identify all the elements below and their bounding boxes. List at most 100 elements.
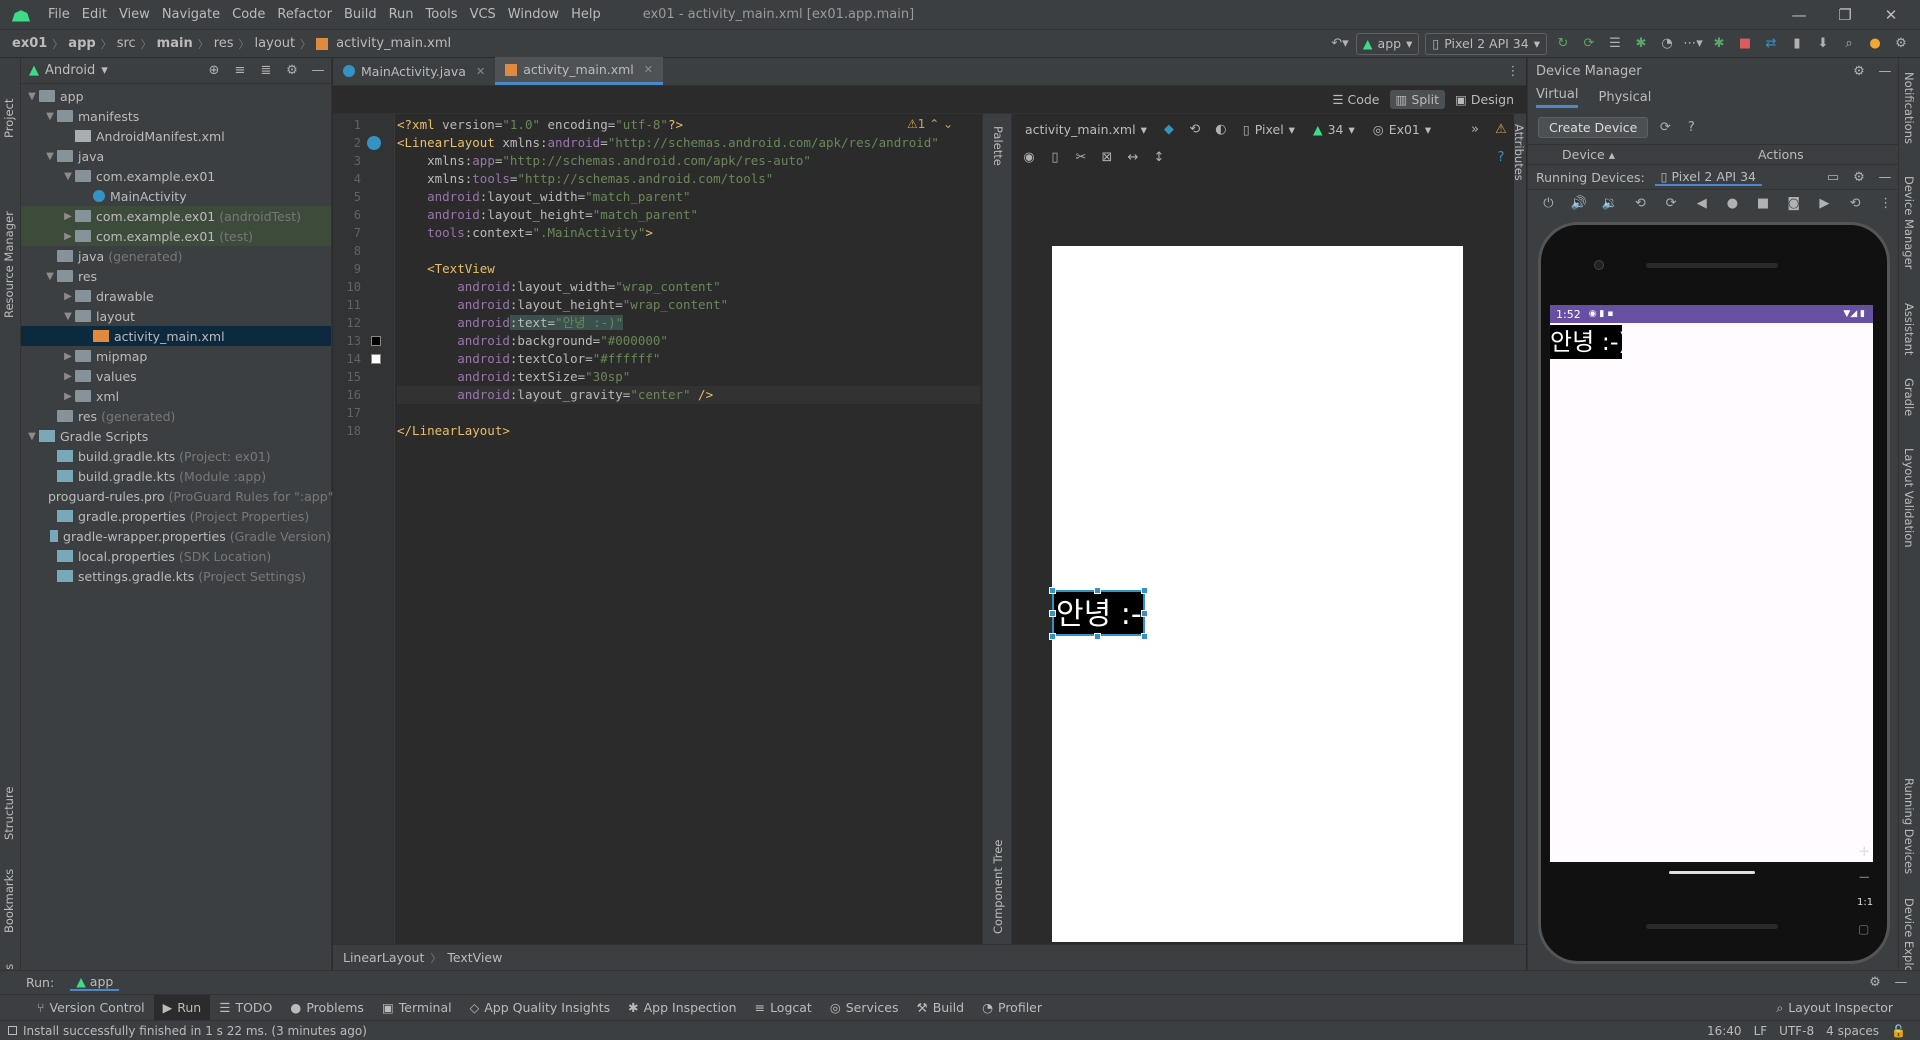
crumb-layout[interactable]: layout bbox=[251, 36, 300, 51]
zoom-out-icon[interactable]: − bbox=[1858, 868, 1871, 886]
layout-validation-tool-button[interactable]: Layout Validation bbox=[1902, 448, 1916, 548]
chevron-right-icon[interactable]: ▶ bbox=[61, 211, 75, 222]
layout-inspector-tool[interactable]: ⌕ Layout Inspector bbox=[1767, 995, 1902, 1021]
create-device-button[interactable]: Create Device bbox=[1538, 116, 1649, 138]
stop-icon[interactable]: ■ bbox=[1734, 33, 1756, 55]
resize-handle[interactable] bbox=[1049, 633, 1056, 640]
help-icon[interactable]: ? bbox=[1680, 116, 1702, 138]
collapse-all-icon[interactable]: ≣ bbox=[255, 60, 277, 82]
camera-icon[interactable]: ◙ bbox=[1783, 192, 1804, 214]
code-line[interactable]: android:textSize="30sp" bbox=[397, 368, 630, 386]
home-icon[interactable]: ● bbox=[1722, 192, 1743, 214]
code-line[interactable]: android:layout_width="match_parent" bbox=[397, 188, 690, 206]
attributes-tool-button[interactable]: Attributes bbox=[1512, 124, 1526, 181]
resource-manager-tool-button[interactable]: Resource Manager bbox=[2, 198, 16, 318]
gear-icon[interactable]: ⚙ bbox=[1848, 166, 1870, 188]
structure-tool-button[interactable]: Structure bbox=[2, 770, 16, 841]
blueprint-icon[interactable]: ▯ bbox=[1044, 146, 1066, 168]
file-encoding[interactable]: UTF-8 bbox=[1779, 1024, 1814, 1038]
tab-virtual[interactable]: Virtual bbox=[1536, 87, 1579, 108]
back-icon[interactable]: ◀ bbox=[1691, 192, 1712, 214]
gear-icon[interactable]: ⚙ bbox=[1864, 972, 1886, 994]
services-tool[interactable]: ◎ Services bbox=[821, 995, 908, 1021]
orientation-icon[interactable]: ⟲ bbox=[1184, 118, 1206, 140]
code-line[interactable]: xmlns:tools="http://schemas.android.com/… bbox=[397, 170, 773, 188]
code-line[interactable]: </LinearLayout> bbox=[397, 422, 510, 440]
more-icon[interactable]: ⋮ bbox=[1875, 192, 1896, 214]
file-select[interactable]: activity_main.xml ▾ bbox=[1019, 118, 1153, 140]
restore-icon[interactable]: ❐ bbox=[1822, 0, 1868, 30]
device-preview-select[interactable]: ▯ Pixel ▾ bbox=[1237, 118, 1301, 140]
chevron-right-icon[interactable]: ▶ bbox=[61, 391, 75, 402]
tree-item[interactable]: java (generated) bbox=[21, 246, 331, 266]
version-control-tool[interactable]: ⑂ Version Control bbox=[28, 995, 154, 1021]
chevron-down-icon[interactable]: ▼ bbox=[43, 111, 57, 122]
zoom-fit-icon[interactable]: ▢ bbox=[1858, 922, 1869, 936]
logcat-tool[interactable]: ≡ Logcat bbox=[746, 995, 821, 1021]
split-mode-button[interactable]: ▥ Split bbox=[1389, 90, 1446, 109]
problems-tool[interactable]: ● Problems bbox=[281, 995, 373, 1021]
tree-item[interactable]: gradle.properties (Project Properties) bbox=[21, 506, 331, 526]
resize-handle[interactable] bbox=[1094, 633, 1101, 640]
sdk-manager-icon[interactable]: ⬇ bbox=[1812, 33, 1834, 55]
project-tool-button[interactable]: Project bbox=[2, 68, 16, 138]
crumb-src[interactable]: src bbox=[113, 36, 140, 51]
horizontal-arrow-icon[interactable]: ↔ bbox=[1122, 146, 1144, 168]
code-line[interactable]: android:textColor="#ffffff" bbox=[397, 350, 660, 368]
resize-handle[interactable] bbox=[1141, 587, 1148, 594]
vcs-update-icon[interactable]: ↶▾ bbox=[1329, 33, 1351, 55]
chevron-down-icon[interactable]: ▼ bbox=[25, 91, 39, 102]
menu-run[interactable]: Run bbox=[383, 7, 420, 22]
menu-help[interactable]: Help bbox=[565, 7, 607, 22]
device-select[interactable]: ▯ Pixel 2 API 34 ▾ bbox=[1425, 32, 1547, 55]
tab-mainactivity[interactable]: MainActivity.java ✕ bbox=[333, 57, 495, 85]
close-tab-icon[interactable]: ✕ bbox=[476, 65, 485, 78]
close-window-icon[interactable]: ✕ bbox=[1868, 0, 1914, 30]
apply-code-changes-icon[interactable]: ⟳ bbox=[1578, 33, 1600, 55]
attach-debugger-icon[interactable]: ✱ bbox=[1708, 33, 1730, 55]
help-icon[interactable]: ? bbox=[1490, 146, 1512, 168]
volume-down-icon[interactable]: 🔉 bbox=[1599, 192, 1620, 214]
run-config-tab[interactable]: ▲ app bbox=[70, 974, 120, 991]
chevron-right-icon[interactable]: ▶ bbox=[61, 351, 75, 362]
settings-icon[interactable]: ⚙ bbox=[1890, 33, 1912, 55]
caret-position[interactable]: 16:40 bbox=[1707, 1024, 1742, 1038]
update-icon[interactable]: ● bbox=[1864, 33, 1886, 55]
notifications-tool-button[interactable]: Notifications bbox=[1902, 72, 1916, 144]
menu-refactor[interactable]: Refactor bbox=[271, 7, 338, 22]
search-icon[interactable]: ⌕ bbox=[1838, 33, 1860, 55]
expand-all-icon[interactable]: ≡ bbox=[229, 60, 251, 82]
chevron-down-icon[interactable]: ▼ bbox=[25, 431, 39, 442]
tree-item[interactable]: ▼ app bbox=[21, 86, 331, 106]
record-icon[interactable]: ▶ bbox=[1814, 192, 1835, 214]
bookmarks-tool-button[interactable]: Bookmarks bbox=[2, 858, 16, 933]
todo-tool[interactable]: ☰ TODO bbox=[210, 995, 281, 1021]
tree-item[interactable]: MainActivity bbox=[21, 186, 331, 206]
gear-icon[interactable]: ⚙ bbox=[1848, 60, 1870, 82]
crumb-project[interactable]: ex01 bbox=[8, 36, 51, 51]
tree-item[interactable]: ▼ layout bbox=[21, 306, 331, 326]
code-line[interactable]: tools:context=".MainActivity"> bbox=[397, 224, 653, 242]
code-editor[interactable]: <?xml version="1.0" encoding="utf-8"?> <L… bbox=[395, 114, 980, 944]
profiler-tool[interactable]: ◔ Profiler bbox=[973, 995, 1051, 1021]
code-line[interactable]: <LinearLayout xmlns:android="http://sche… bbox=[397, 134, 939, 152]
tree-item[interactable]: build.gradle.kts (Module :app) bbox=[21, 466, 331, 486]
apply-changes-icon[interactable]: ↻ bbox=[1552, 33, 1574, 55]
menu-tools[interactable]: Tools bbox=[420, 7, 464, 22]
app-quality-insights-tool[interactable]: ◇ App Quality Insights bbox=[461, 995, 620, 1021]
tree-item[interactable]: ▶ mipmap bbox=[21, 346, 331, 366]
gradle-tool-button[interactable]: Gradle bbox=[1902, 378, 1916, 416]
refresh-icon[interactable]: ⟳ bbox=[1654, 116, 1676, 138]
code-line[interactable]: android:layout_height="wrap_content" bbox=[397, 296, 728, 314]
code-line[interactable]: <?xml version="1.0" encoding="utf-8"?> bbox=[397, 116, 683, 134]
more-run-icon[interactable]: ⋯▾ bbox=[1682, 33, 1704, 55]
menu-file[interactable]: File bbox=[42, 7, 76, 22]
locate-icon[interactable]: ⊕ bbox=[203, 60, 225, 82]
menu-build[interactable]: Build bbox=[338, 7, 383, 22]
code-line[interactable]: android:layout_height="match_parent" bbox=[397, 206, 698, 224]
tree-item[interactable]: proguard-rules.pro (ProGuard Rules for ":… bbox=[21, 486, 338, 506]
lock-icon[interactable]: 🔓 bbox=[1891, 1024, 1906, 1038]
crumb-module[interactable]: app bbox=[64, 36, 99, 51]
tree-item[interactable]: ▶ com.example.ex01 (test) bbox=[21, 226, 331, 246]
sync-gradle-icon[interactable]: ⇄ bbox=[1760, 33, 1782, 55]
